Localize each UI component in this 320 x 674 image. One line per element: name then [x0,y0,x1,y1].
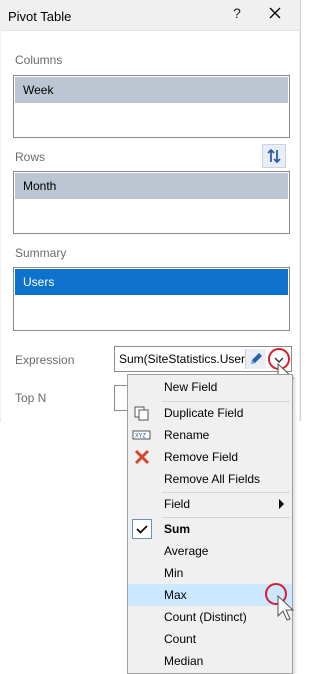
menu-item-label: Count [164,632,197,646]
menu-item-label: Remove All Fields [164,472,261,486]
close-button[interactable] [266,4,284,22]
duplicate-icon [132,404,152,422]
menu-item-label: Sum [164,522,191,536]
rename-icon: XYZ [132,426,152,444]
remove-icon [132,448,152,466]
summary-list[interactable]: Users [13,267,290,331]
menu-item-average[interactable]: Average [128,540,292,562]
menu-item-label: Duplicate Field [164,406,244,420]
menu-item-duplicate-field[interactable]: Duplicate Field [128,402,292,424]
menu-item-remove-field[interactable]: Remove Field [128,446,292,468]
rows-label: Rows [15,150,46,164]
menu-item-field-submenu[interactable]: Field [128,493,292,515]
menu-item-label: Field [164,497,191,511]
menu-item-label: Average [164,544,209,558]
swap-icon [267,148,281,164]
menu-item-min[interactable]: Min [128,562,292,584]
menu-item-count[interactable]: Count [128,628,292,650]
menu-item-sum[interactable]: Sum [128,518,292,540]
svg-text:XYZ: XYZ [135,433,146,440]
close-icon [269,7,281,19]
menu-item-median[interactable]: Median [128,650,292,672]
help-button[interactable]: ? [229,5,245,23]
expression-label: Expression [15,353,75,367]
summary-item-users[interactable]: Users [15,269,288,295]
window-title: Pivot Table [8,9,72,24]
mouse-cursor-icon [274,594,296,622]
edit-expression-button[interactable] [245,349,266,369]
columns-item-week[interactable]: Week [15,77,288,103]
menu-item-label: Remove Field [164,450,239,464]
expression-field[interactable]: Sum(SiteStatistics.Users) [114,346,292,372]
expression-context-menu: New Field Duplicate Field XYZ Rename Rem… [127,374,293,674]
submenu-arrow-icon [279,499,284,509]
rows-item-month[interactable]: Month [15,173,288,199]
menu-item-rename[interactable]: XYZ Rename [128,424,292,446]
swap-rows-columns-button[interactable] [262,144,286,168]
pencil-icon [251,353,262,364]
menu-item-label: New Field [164,380,218,394]
menu-item-label: Max [164,588,187,602]
summary-label: Summary [15,246,67,260]
rows-list[interactable]: Month [13,171,290,234]
menu-item-count-distinct[interactable]: Count (Distinct) [128,606,292,628]
menu-item-label: Min [164,566,184,580]
columns-label: Columns [15,53,63,67]
menu-item-new-field[interactable]: New Field [128,376,292,398]
menu-item-label: Median [164,654,204,668]
menu-item-label: Rename [164,428,210,442]
pivot-table-panel: Pivot Table ? Columns Week Rows Month Su… [0,0,301,421]
menu-item-remove-all-fields[interactable]: Remove All Fields [128,468,292,490]
columns-list[interactable]: Week [13,75,290,138]
check-icon [132,519,152,539]
top-n-label: Top N [15,391,47,405]
menu-item-label: Count (Distinct) [164,610,247,624]
expression-value: Sum(SiteStatistics.Users) [119,352,256,366]
